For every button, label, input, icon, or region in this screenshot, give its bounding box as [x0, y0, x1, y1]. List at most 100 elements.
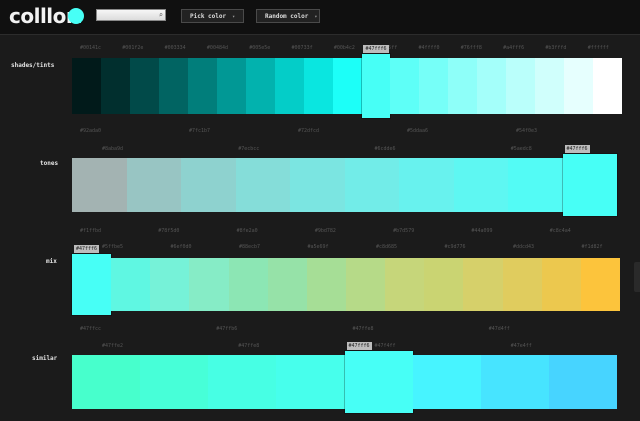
color-cell[interactable] — [480, 355, 549, 409]
color-cell[interactable] — [100, 58, 130, 114]
hex-label[interactable]: #a4fff6 — [503, 45, 524, 51]
hex-label[interactable]: #7fc1b7 — [189, 128, 210, 134]
current-color-swatch[interactable] — [68, 8, 84, 24]
color-cell[interactable] — [303, 58, 333, 114]
color-cell[interactable] — [562, 153, 617, 217]
color-cell[interactable] — [290, 158, 345, 212]
color-cell[interactable] — [181, 158, 236, 212]
color-cell[interactable] — [390, 58, 420, 114]
color-cell[interactable] — [344, 158, 399, 212]
color-cell[interactable] — [274, 58, 304, 114]
color-cell[interactable] — [276, 355, 345, 409]
color-cell[interactable] — [508, 158, 563, 212]
hex-label[interactable]: #47ffb6 — [216, 326, 237, 332]
hex-label[interactable]: #6cdde6 — [375, 146, 396, 152]
color-cell[interactable] — [332, 58, 362, 114]
hex-label[interactable]: #47ffe8 — [353, 326, 374, 332]
hex-label[interactable]: #c9d776 — [445, 244, 466, 250]
color-cell[interactable] — [412, 355, 481, 409]
color-cell[interactable] — [72, 355, 141, 409]
hex-label[interactable]: #5ffbe5 — [102, 244, 123, 250]
color-cell[interactable] — [453, 158, 508, 212]
hex-label[interactable]: #47ffe2 — [102, 343, 123, 349]
hex-label[interactable]: #44a099 — [471, 228, 492, 234]
hex-label[interactable]: #78f5d0 — [158, 228, 179, 234]
hex-label[interactable]: #54f0e3 — [516, 128, 537, 134]
hex-label[interactable]: #003334 — [165, 45, 186, 51]
hex-label[interactable]: #6ef0d0 — [171, 244, 192, 250]
color-cell[interactable] — [72, 253, 112, 316]
color-cell[interactable] — [72, 58, 101, 114]
side-scroll-handle[interactable] — [634, 262, 640, 292]
hex-label[interactable]: #00b4c2 — [334, 45, 355, 51]
color-cell[interactable] — [541, 258, 581, 311]
hex-label[interactable]: #4ffff0 — [418, 45, 439, 51]
hex-label[interactable]: #8aba9d — [102, 146, 123, 152]
color-cell[interactable] — [477, 58, 507, 114]
color-cell[interactable] — [245, 58, 275, 114]
pick-color-button[interactable]: Pick color ▾ — [181, 9, 244, 23]
color-cell[interactable] — [208, 355, 277, 409]
hex-label[interactable]: #7ecbcc — [238, 146, 259, 152]
color-cell[interactable] — [267, 258, 307, 311]
hex-label[interactable]: #c8d685 — [376, 244, 397, 250]
hex-label[interactable]: #b3fffd — [545, 45, 566, 51]
hex-label[interactable]: #f1ffbd — [80, 228, 101, 234]
hex-label[interactable]: #f1d82f — [582, 244, 603, 250]
color-cell[interactable] — [506, 58, 536, 114]
hex-label[interactable]: #a5e69f — [308, 244, 329, 250]
color-cell[interactable] — [345, 258, 386, 311]
color-cell[interactable] — [111, 258, 151, 311]
hex-label[interactable]: #47f4ff — [375, 343, 396, 349]
hex-label[interactable]: #47d4ff — [489, 326, 510, 332]
hex-label[interactable]: #72dfcd — [298, 128, 319, 134]
hex-label[interactable]: #88ecb7 — [239, 244, 260, 250]
hex-label[interactable]: #b7d579 — [393, 228, 414, 234]
color-cell[interactable] — [502, 258, 542, 311]
hex-label[interactable]: #92ada0 — [80, 128, 101, 134]
hex-label[interactable]: #005e5e — [249, 45, 270, 51]
color-cell[interactable] — [235, 158, 290, 212]
hex-label[interactable]: #ddcd43 — [513, 244, 534, 250]
hex-label[interactable]: #47e4ff — [511, 343, 532, 349]
hex-label[interactable]: #c8c4a4 — [550, 228, 571, 234]
color-cell[interactable] — [126, 158, 181, 212]
search-icon[interactable]: ⌕ — [159, 11, 163, 19]
color-cell[interactable] — [580, 258, 620, 311]
hex-label[interactable]: #00141c — [80, 45, 101, 51]
color-cell[interactable] — [189, 258, 229, 311]
color-cell[interactable] — [419, 58, 449, 114]
color-cell[interactable] — [448, 58, 478, 114]
color-cell[interactable] — [129, 58, 159, 114]
hex-label[interactable]: #001f2e — [122, 45, 143, 51]
color-cell[interactable] — [399, 158, 454, 212]
hex-label[interactable]: #9bd782 — [315, 228, 336, 234]
color-input[interactable]: ⌕ — [96, 9, 166, 21]
hex-label[interactable]: #5ddaa6 — [407, 128, 428, 134]
color-cell[interactable] — [216, 58, 246, 114]
color-cell[interactable] — [344, 350, 413, 414]
color-cell[interactable] — [593, 58, 623, 114]
color-cell[interactable] — [140, 355, 209, 409]
random-color-button[interactable]: Random color ▾ — [256, 9, 320, 23]
color-cell[interactable] — [535, 58, 565, 114]
hex-label[interactable]: #00733f — [292, 45, 313, 51]
color-cell[interactable] — [306, 258, 346, 311]
color-cell[interactable] — [228, 258, 268, 311]
color-cell[interactable] — [385, 258, 425, 311]
hex-label[interactable]: #ffffff — [588, 45, 609, 51]
color-cell[interactable] — [187, 58, 217, 114]
hex-label[interactable]: #47ffcc — [80, 326, 101, 332]
color-cell[interactable] — [548, 355, 617, 409]
hex-label[interactable]: #5aedc8 — [511, 146, 532, 152]
hex-label[interactable]: #8fe2a0 — [237, 228, 258, 234]
hex-label[interactable]: #47ffe8 — [238, 343, 259, 349]
color-cell[interactable] — [463, 258, 503, 311]
color-cell[interactable] — [150, 258, 190, 311]
color-cell[interactable] — [564, 58, 594, 114]
color-cell[interactable] — [158, 58, 188, 114]
color-cell[interactable] — [361, 53, 391, 119]
color-cell[interactable] — [424, 258, 464, 311]
hex-label[interactable]: #76fff8 — [461, 45, 482, 51]
color-cell[interactable] — [72, 158, 127, 212]
